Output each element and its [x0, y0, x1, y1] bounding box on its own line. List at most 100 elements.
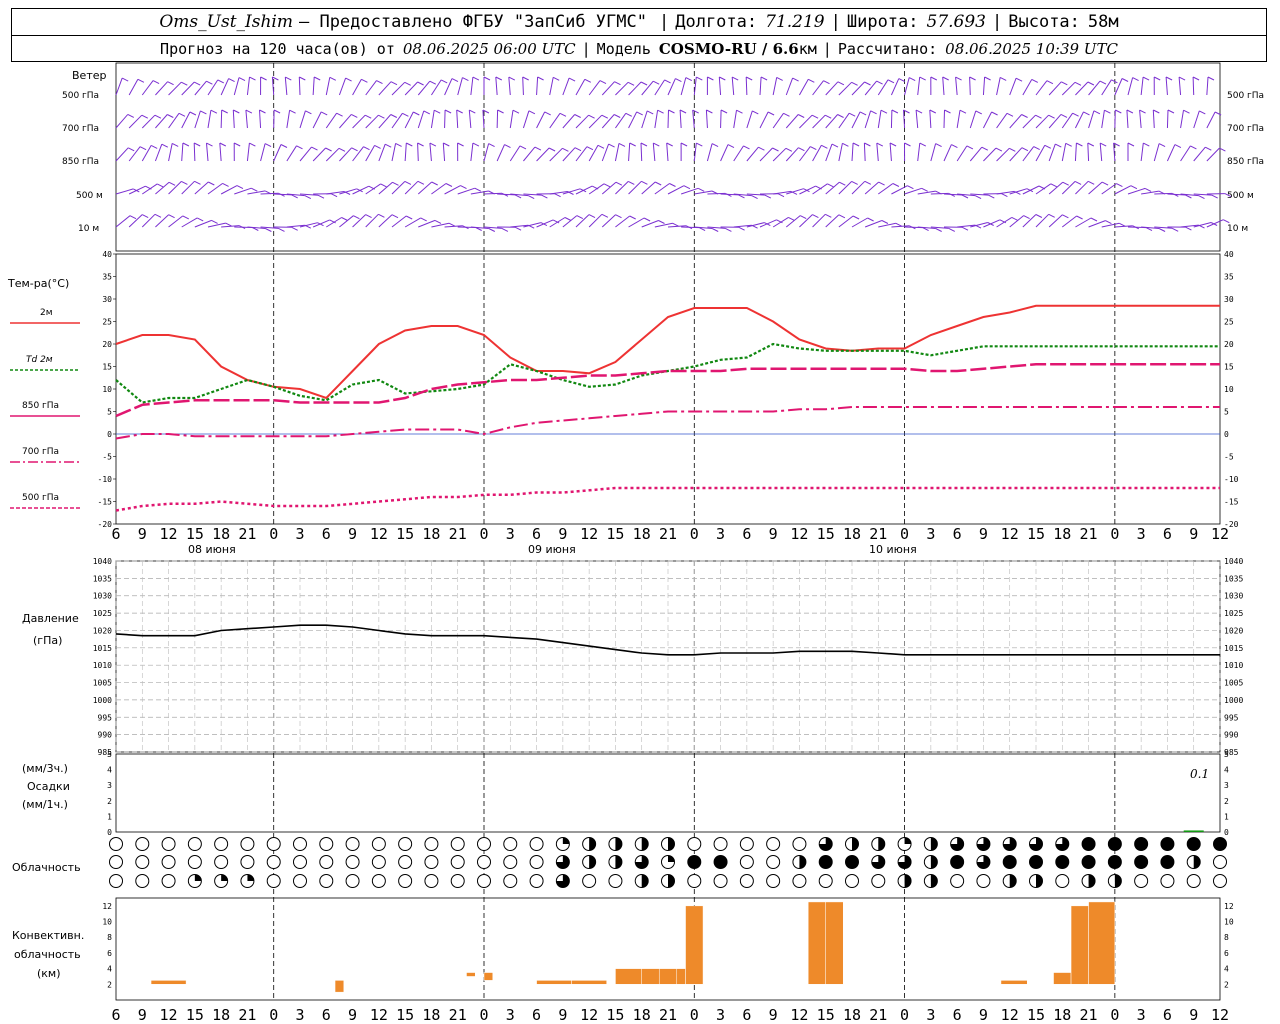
conv-y-tick: 2: [107, 980, 112, 989]
wind-barb: [654, 79, 666, 96]
wind-barb: [785, 114, 799, 129]
wind-level-label: 850 гПа: [62, 157, 99, 167]
cloud-cover-circle: [739, 874, 754, 888]
plot-layer: -20 -20-15 -15-10 -10-5 -50 05 510 1015 1520 2025…: [93, 62, 1243, 1024]
wind-barb: [508, 77, 511, 96]
wind-barb-feather: [285, 76, 292, 81]
wind-barb: [955, 77, 958, 96]
x-tick-label-conv: 0: [900, 1006, 909, 1024]
x-tick-label-conv: 6: [532, 1006, 541, 1024]
wind-barb: [470, 143, 474, 162]
wind-barb-feather: [451, 78, 459, 83]
wind-barb-feather: [683, 185, 691, 190]
wind-barb-feather: [777, 193, 785, 198]
wind-barb: [220, 185, 238, 195]
wind-barb-feather: [1076, 215, 1083, 220]
wind-barb-feather: [907, 185, 914, 190]
cloud-cover-fill: [641, 874, 649, 888]
x-tick-label-conv: 15: [186, 1006, 204, 1024]
wind-barb: [378, 81, 392, 96]
legend-700-label: 700 гПа: [22, 447, 59, 457]
wind-barb-feather: [692, 109, 699, 114]
wind-barb: [1035, 213, 1050, 228]
conv-y-tick-right: 2: [1224, 980, 1229, 989]
x-tick-label-conv: 12: [1001, 1006, 1019, 1024]
wind-barb-feather: [193, 142, 201, 147]
precip-y-tick: 5: [107, 750, 112, 759]
wind-barb-feather: [1044, 144, 1052, 149]
wind-barb-feather: [584, 78, 592, 83]
cloud-cover-circle: [503, 837, 518, 851]
wind-barb-feather: [935, 228, 942, 232]
wind-barb-feather: [1190, 145, 1197, 150]
pressure-y-tick: 990: [98, 731, 113, 740]
wind-barb-feather: [406, 142, 413, 147]
wind-barb-feather: [456, 109, 463, 114]
wind-barb: [522, 110, 530, 129]
wind-barb: [615, 215, 631, 228]
wind-barb: [115, 77, 123, 96]
wind-barb-feather: [460, 185, 467, 190]
wind-barb: [284, 77, 288, 96]
wind-barb: [168, 81, 182, 96]
wind-barb-feather: [838, 214, 846, 219]
wind-barb: [1035, 114, 1049, 129]
wind-barb: [378, 144, 386, 162]
wind-barb-feather: [1183, 109, 1190, 114]
wind-barb-feather: [417, 180, 425, 185]
precip-y-tick-right: 4: [1224, 766, 1229, 775]
wind-barb-feather: [664, 79, 671, 84]
wind-barb: [339, 114, 352, 129]
wind-barb-feather: [141, 114, 149, 119]
wind-barb: [1139, 110, 1142, 129]
wind-barb-feather: [798, 147, 805, 152]
conv-title-2: облачность: [14, 948, 81, 961]
wind-barb: [496, 144, 505, 162]
cloud-cover-circle: [293, 874, 307, 888]
cloud-cover-circle: [266, 874, 281, 888]
wind-barb-feather: [168, 181, 176, 186]
wind-barb: [206, 143, 209, 162]
wind-barb-feather: [1087, 142, 1095, 147]
wind-barb-feather: [825, 213, 832, 218]
conv-bar: [685, 905, 704, 985]
wind-barb-feather: [1046, 80, 1054, 85]
cloud-cover-circle: [161, 874, 176, 888]
wind-barb-feather: [501, 227, 509, 232]
wind-barb: [194, 181, 209, 195]
wind-barb-feather: [1074, 180, 1082, 185]
pressure-y-tick: 1005: [93, 679, 112, 688]
wind-barb: [615, 81, 629, 96]
temp-y-tick: 10: [102, 385, 112, 394]
x-tick-label-conv: 15: [606, 1006, 624, 1024]
wind-barb-feather: [225, 222, 232, 227]
wind-barb: [575, 185, 593, 195]
wind-barb-feather: [1083, 111, 1090, 116]
wind-barb-feather: [264, 143, 272, 148]
wind-barb: [628, 217, 645, 228]
wind-barb-feather: [210, 109, 218, 114]
wind-barb: [444, 78, 453, 96]
wind-barb-feather: [1021, 114, 1028, 118]
wind-barb-feather: [222, 182, 229, 187]
wind-barb-feather: [236, 185, 244, 190]
wind-barb: [680, 187, 699, 195]
wind-barb-feather: [260, 76, 267, 81]
wind-title: Ветер: [72, 69, 106, 82]
wind-barb-feather: [472, 76, 480, 81]
wind-barb: [1088, 181, 1103, 195]
x-tick-label-conv: 9: [979, 1006, 988, 1024]
wind-barb: [168, 215, 184, 228]
cloud-title: Облачность: [12, 861, 81, 874]
wind-barb: [1140, 143, 1144, 162]
conv-bar: [571, 980, 607, 985]
wind-barb-feather: [390, 81, 398, 86]
x-tick-label-temp: 21: [869, 525, 887, 543]
wind-barb-feather: [443, 142, 450, 147]
wind-barb: [1153, 143, 1160, 162]
temp-y-tick-right: 20: [1224, 340, 1234, 349]
wind-barb: [1126, 109, 1129, 129]
wind-barb-feather: [574, 114, 581, 118]
cloud-cover-circle: [845, 874, 859, 888]
wind-barb-feather: [658, 220, 665, 224]
